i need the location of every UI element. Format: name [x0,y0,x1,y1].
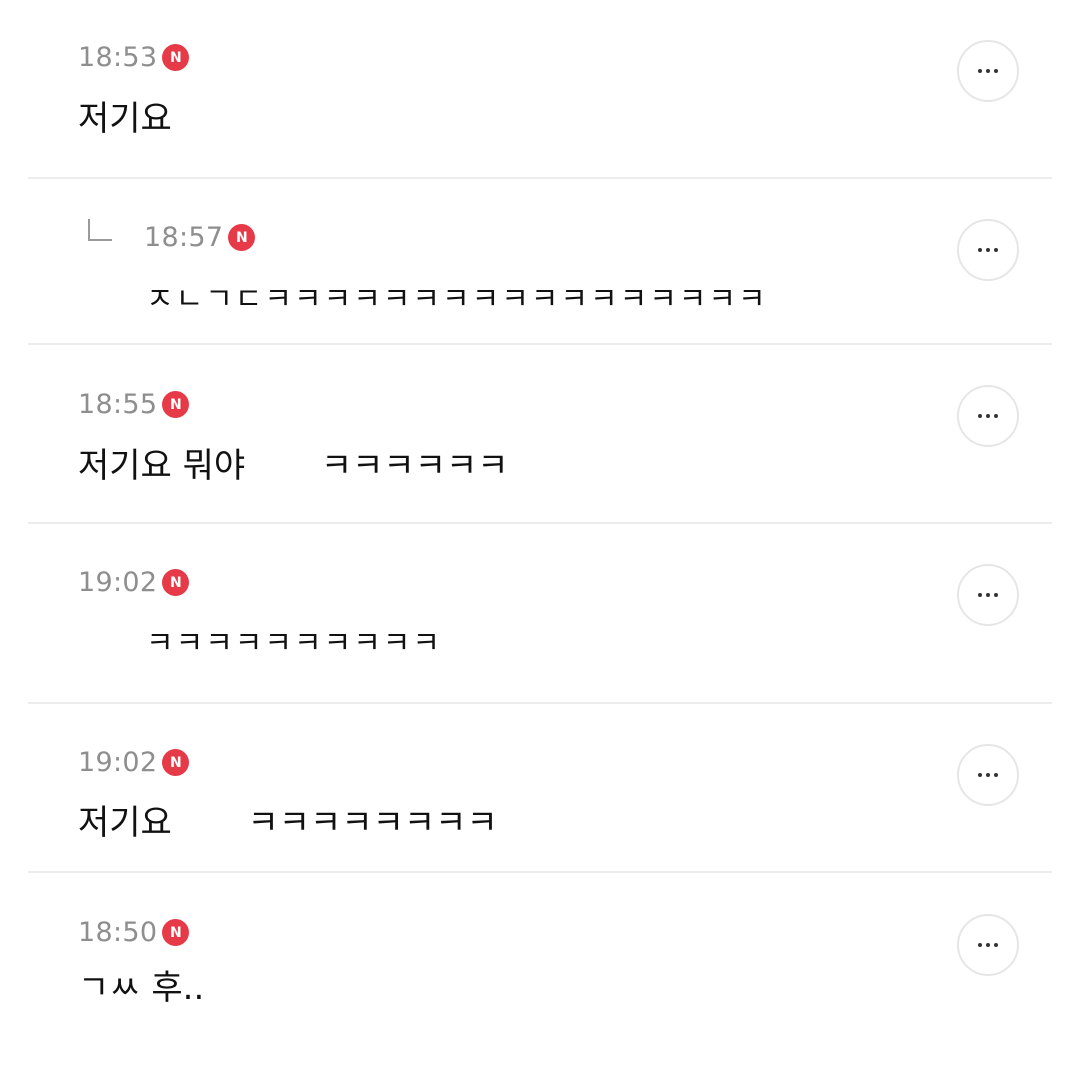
more-horizontal-icon [978,414,998,418]
comment-time: 18:50 [78,917,158,948]
new-badge-icon: N [228,224,256,251]
comment-item-reply: 18:57 N ㅈㄴㄱㄷㅋㅋㅋㅋㅋㅋㅋㅋㅋㅋㅋㅋㅋㅋㅋㅋㅋ [28,179,1052,345]
comment-item: 18:53 N 저기요 [28,0,1052,179]
comment-meta: 18:55 N [78,389,190,420]
comment-time: 18:55 [78,389,158,420]
more-horizontal-icon [978,773,998,777]
more-horizontal-icon [978,248,998,252]
more-options-button[interactable] [957,385,1019,447]
comment-meta: 18:53 N [78,42,190,73]
new-badge-icon: N [162,44,190,71]
new-badge-icon: N [162,391,190,418]
more-horizontal-icon [978,943,998,947]
comment-item: 18:50 N ㄱㅆ 후.. [28,873,1052,1078]
more-horizontal-icon [978,593,998,597]
reply-arrow-icon [88,219,112,241]
comment-text: ㅋㅋㅋㅋㅋㅋㅋㅋㅋㅋ [146,626,442,661]
comment-text: ㅈㄴㄱㄷㅋㅋㅋㅋㅋㅋㅋㅋㅋㅋㅋㅋㅋㅋㅋㅋㅋ [146,282,768,317]
more-options-button[interactable] [957,564,1019,626]
comment-text: ㄱㅆ 후.. [78,968,205,1008]
comment-meta: 19:02 N [78,747,190,778]
comment-time: 18:53 [78,42,158,73]
comment-text: 저기요 뭐야 ㅋㅋㅋㅋㅋㅋ [78,446,509,486]
more-options-button[interactable] [957,914,1019,976]
comment-item: 19:02 N 저기요 ㅋㅋㅋㅋㅋㅋㅋㅋ [28,704,1052,873]
comment-meta: 19:02 N [78,567,190,598]
new-badge-icon: N [162,919,190,946]
more-options-button[interactable] [957,219,1019,281]
comment-meta: 18:50 N [78,917,190,948]
more-options-button[interactable] [957,40,1019,102]
new-badge-icon: N [162,569,190,596]
more-horizontal-icon [978,69,998,73]
comment-time: 18:57 [144,222,224,253]
comment-time: 19:02 [78,747,158,778]
comment-text: 저기요 ㅋㅋㅋㅋㅋㅋㅋㅋ [78,803,498,843]
comment-time: 19:02 [78,567,158,598]
comment-text: 저기요 [78,99,172,139]
comment-item: 18:55 N 저기요 뭐야 ㅋㅋㅋㅋㅋㅋ [28,345,1052,524]
comment-item: 19:02 N ㅋㅋㅋㅋㅋㅋㅋㅋㅋㅋ [28,524,1052,704]
new-badge-icon: N [162,749,190,776]
comment-meta: 18:57 N [144,222,256,253]
comment-list: 18:53 N 저기요 18:57 N ㅈㄴㄱㄷㅋㅋㅋㅋㅋㅋㅋㅋㅋㅋㅋㅋㅋㅋㅋㅋ… [28,0,1052,1079]
more-options-button[interactable] [957,744,1019,806]
